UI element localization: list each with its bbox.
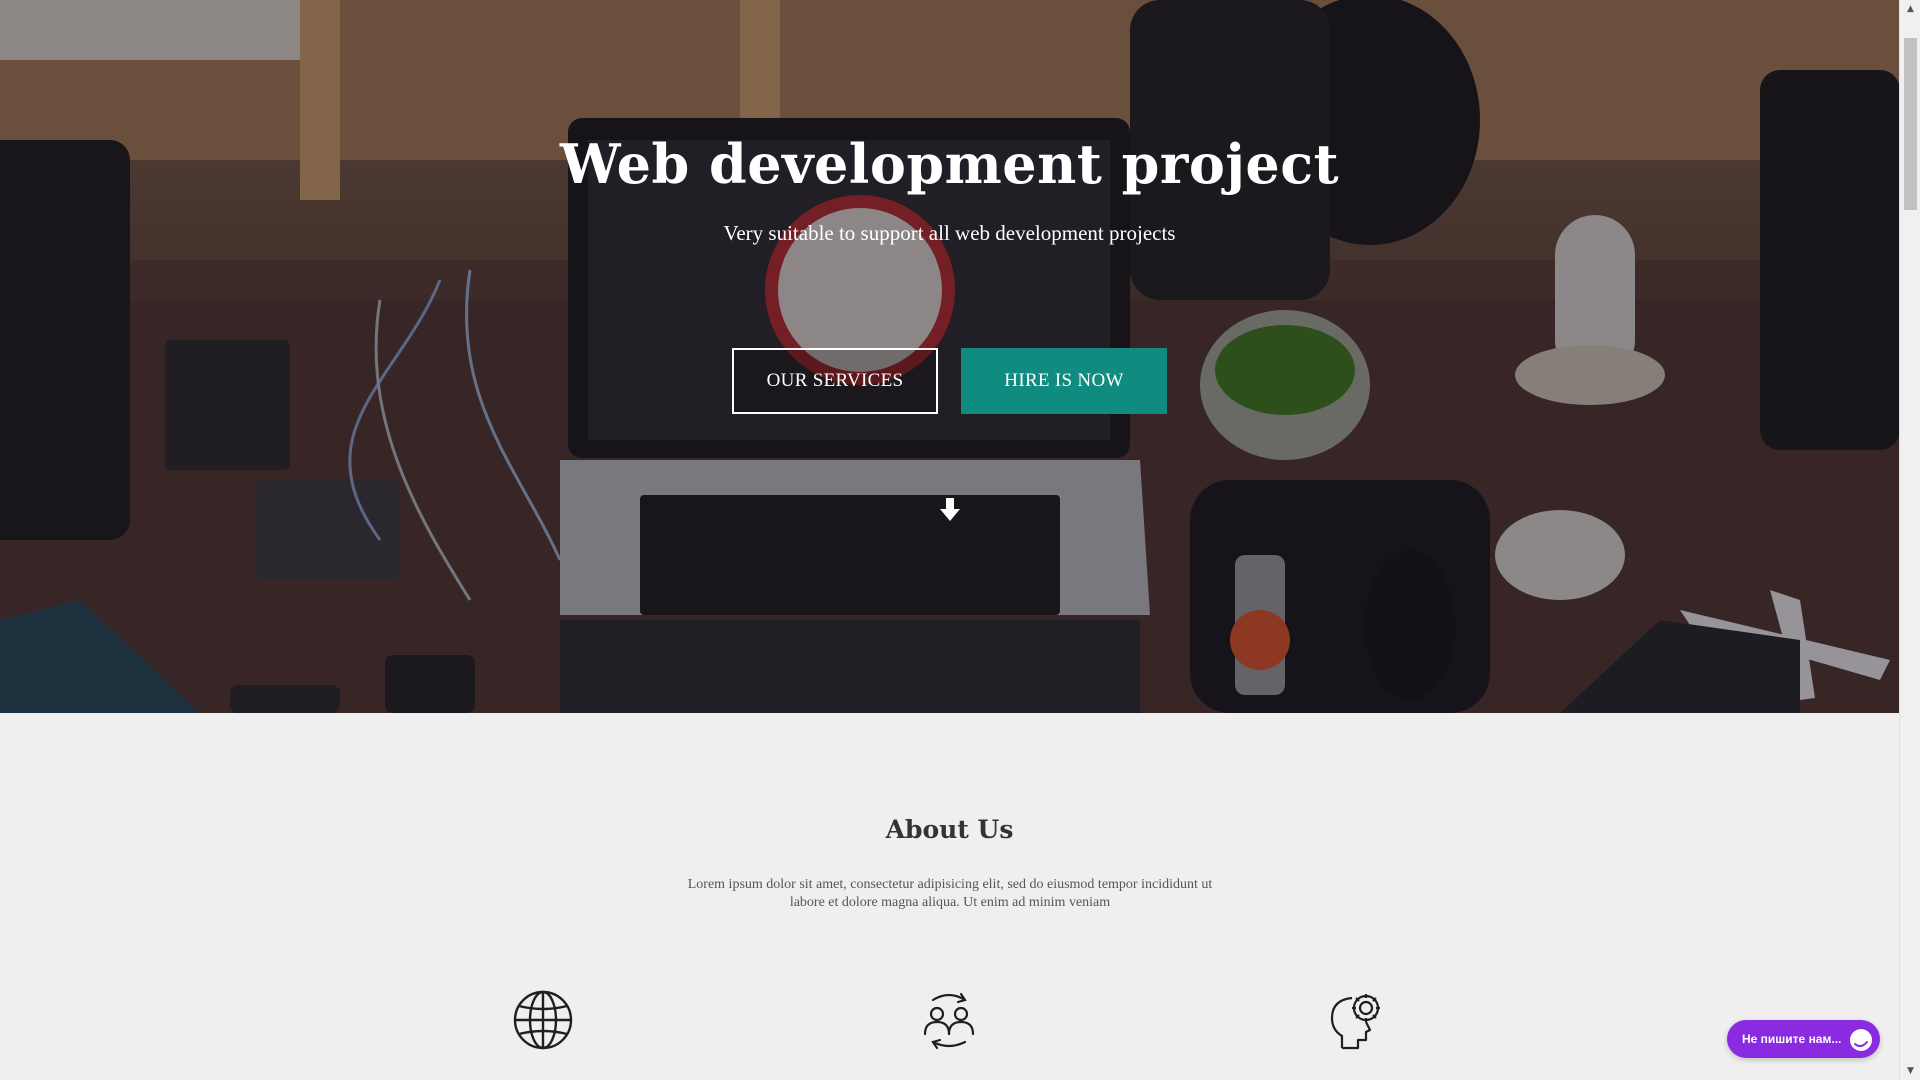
head-gear-icon xyxy=(1330,994,1380,1050)
hire-now-button[interactable]: HIRE IS NOW xyxy=(961,348,1167,414)
chat-bubble-icon xyxy=(1850,1029,1872,1051)
hero-overlay xyxy=(0,0,1899,713)
chat-widget-button[interactable]: Не пишите нам... xyxy=(1727,1020,1880,1058)
scrollbar-thumb[interactable] xyxy=(1904,38,1917,210)
about-text: Lorem ipsum dolor sit amet, consectetur … xyxy=(687,877,1213,910)
hero-section: Web development project Very suitable to… xyxy=(0,0,1899,713)
our-services-button[interactable]: OUR SERVICES xyxy=(732,348,938,414)
scroll-down-icon[interactable]: ▼ xyxy=(1900,1062,1920,1080)
globe-icon xyxy=(513,990,573,1050)
arrow-down-icon[interactable] xyxy=(940,498,960,522)
user-exchange-icon xyxy=(923,992,975,1050)
about-title: About Us xyxy=(885,815,1014,844)
chat-widget-label: Не пишите нам... xyxy=(1742,1032,1842,1046)
hero-title: Web development project xyxy=(559,132,1340,196)
vertical-scrollbar[interactable]: ▲ ▼ xyxy=(1899,0,1920,1080)
hero-subtitle: Very suitable to support all web develop… xyxy=(723,221,1176,245)
scroll-up-icon[interactable]: ▲ xyxy=(1900,0,1920,18)
